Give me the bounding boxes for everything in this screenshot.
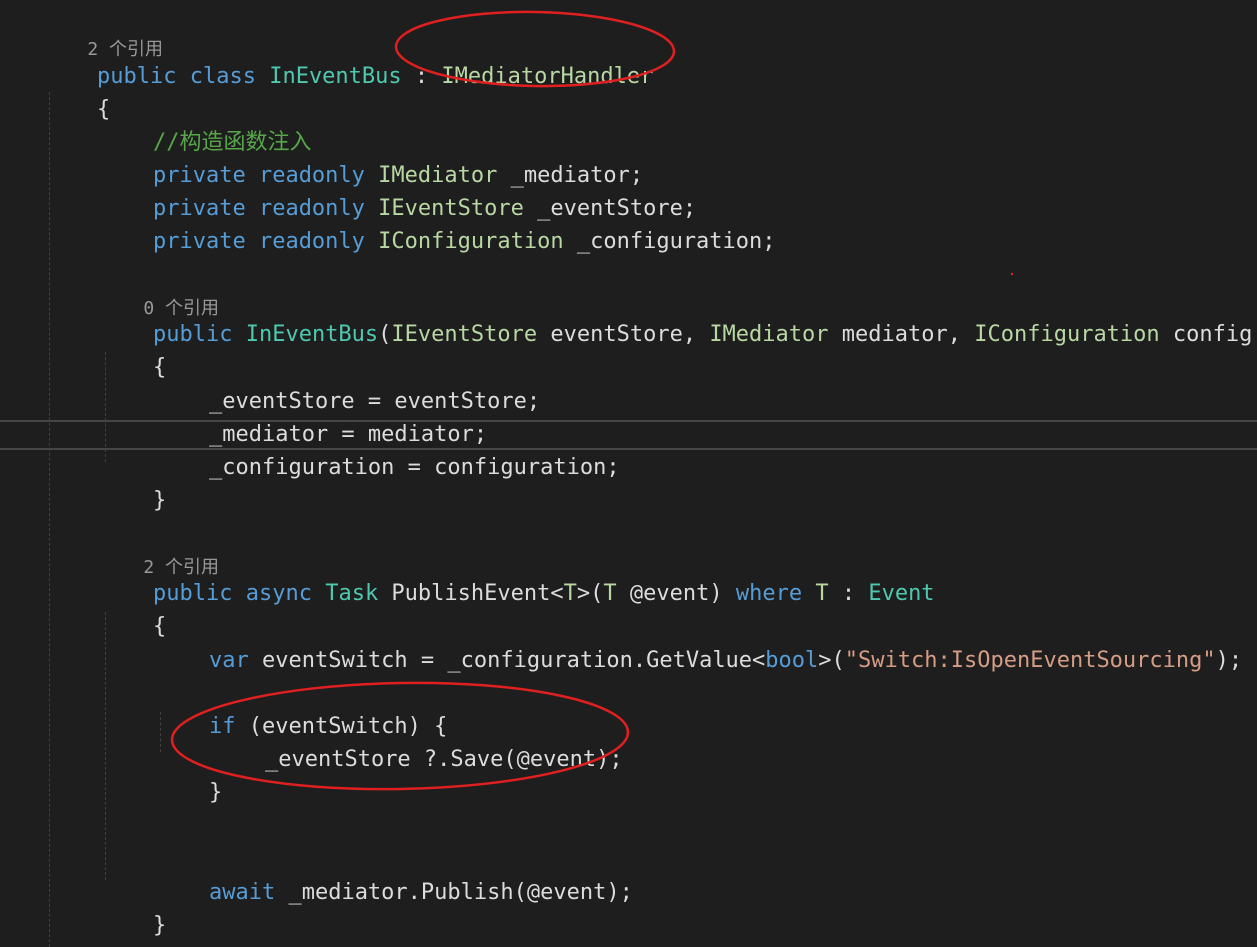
punctuation: >( — [576, 581, 604, 606]
keyword-class: class — [189, 64, 256, 89]
close-brace: } — [208, 780, 223, 805]
keyword-bool: bool — [765, 648, 819, 673]
method-open-brace-line[interactable]: { — [100, 577, 166, 639]
class-open-brace-line[interactable]: { — [44, 60, 110, 122]
ctor-close-brace-line[interactable]: } — [100, 451, 166, 513]
base-interface-name: IMediatorHandler — [441, 64, 654, 89]
colon-token: : — [828, 581, 869, 606]
field-type: IConfiguration — [378, 229, 564, 254]
ctor-body-line[interactable]: _configuration = configuration; — [156, 418, 620, 480]
constructor-name: InEventBus — [245, 322, 379, 347]
comment-line[interactable]: //构造函数注入 — [100, 93, 312, 155]
param-type: IMediator — [709, 322, 829, 347]
punctuation: >( — [818, 648, 845, 673]
field-name: _configuration; — [563, 229, 776, 254]
keyword-private: private — [152, 229, 246, 254]
if-close-brace-line[interactable]: } — [156, 743, 222, 805]
param-type: IConfiguration — [974, 322, 1160, 347]
paren-open: ( — [378, 322, 392, 347]
statement: _mediator.Publish(@event); — [275, 880, 633, 905]
annotation-dot — [1010, 272, 1014, 276]
type-param: T — [563, 581, 577, 606]
keyword-readonly: readonly — [258, 229, 365, 254]
colon-token: : — [401, 64, 442, 89]
keyword-where: where — [735, 581, 803, 606]
if-statement-line[interactable]: if (eventSwitch) { — [156, 677, 447, 739]
statement: _configuration = configuration; — [208, 455, 620, 480]
string-literal: "Switch:IsOpenEventSourcing" — [844, 648, 1216, 673]
param-name: config — [1159, 322, 1253, 347]
method-declaration-line[interactable]: public async Task PublishEvent<T>(T @eve… — [100, 544, 935, 606]
keyword-await: await — [208, 880, 276, 905]
ctor-open-brace-line[interactable]: { — [100, 318, 166, 380]
class-declaration-line[interactable]: public class InEventBus : IMediatorHandl… — [44, 27, 653, 89]
field-configuration-line[interactable]: private readonly IConfiguration _configu… — [100, 192, 776, 254]
punctuation: ); — [1215, 648, 1243, 673]
statement: eventSwitch = _configuration.GetValue< — [248, 648, 766, 673]
class-name: InEventBus — [269, 64, 402, 89]
type-param: T — [603, 581, 617, 606]
await-statement-line[interactable]: await _mediator.Publish(@event); — [156, 843, 633, 905]
param-name: mediator, — [828, 322, 975, 347]
constructor-declaration-line[interactable]: public InEventBus(IEventStore eventStore… — [100, 285, 1252, 347]
param-name: eventStore, — [537, 322, 710, 347]
close-brace: } — [152, 913, 167, 938]
keyword-var: var — [208, 648, 249, 673]
field-mediator-line[interactable]: private readonly IMediator _mediator; — [100, 126, 643, 188]
method-close-brace-line[interactable]: } — [100, 876, 166, 938]
indent-guide — [49, 92, 50, 947]
method-name: PublishEvent< — [378, 581, 564, 606]
keyword-async: async — [245, 581, 312, 606]
save-statement-line[interactable]: _eventStore ?.Save(@event); — [212, 710, 623, 772]
var-statement-line[interactable]: var eventSwitch = _configuration.GetValu… — [156, 611, 1242, 673]
ctor-body-line[interactable]: _mediator = mediator; — [156, 385, 487, 447]
constraint-type: Event — [868, 581, 935, 606]
param-type: IEventStore — [391, 322, 538, 347]
statement: _eventStore ?.Save(@event); — [264, 747, 623, 772]
type-param: T — [815, 581, 829, 606]
ctor-body-line[interactable]: _eventStore = eventStore; — [156, 352, 540, 414]
field-eventstore-line[interactable]: private readonly IEventStore _eventStore… — [100, 159, 696, 221]
param-name: @event) — [616, 581, 736, 606]
close-brace: } — [152, 488, 167, 513]
code-editor[interactable]: 2 个引用 public class InEventBus : IMediato… — [0, 0, 1257, 947]
return-type: Task — [325, 581, 379, 606]
